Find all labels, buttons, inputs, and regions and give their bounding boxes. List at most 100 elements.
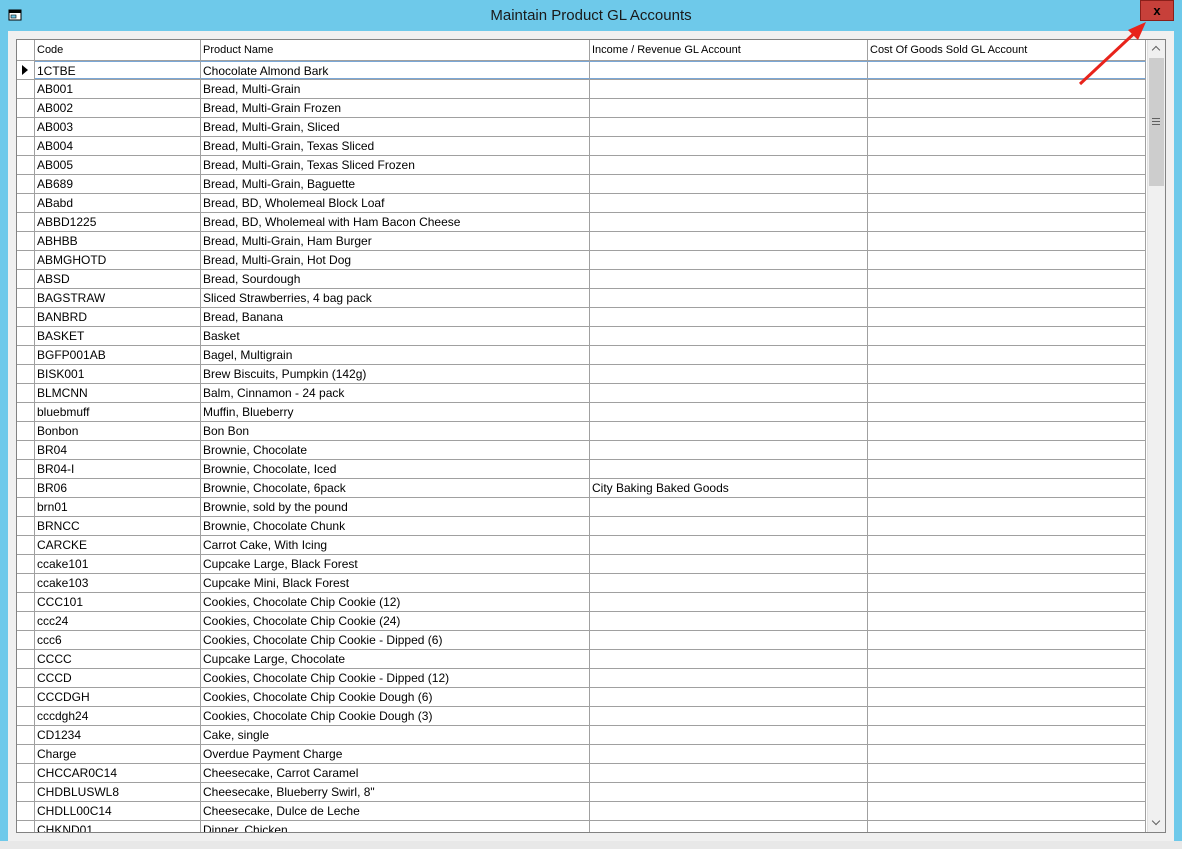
- cell-product-name[interactable]: Brownie, sold by the pound: [201, 498, 590, 516]
- cell-income-gl[interactable]: [590, 346, 868, 364]
- cell-product-name[interactable]: Bread, Banana: [201, 308, 590, 326]
- table-row[interactable]: ABHBB Bread, Multi-Grain, Ham Burger: [17, 232, 1146, 251]
- cell-income-gl[interactable]: [590, 498, 868, 516]
- cell-income-gl[interactable]: [590, 118, 868, 136]
- cell-product-name[interactable]: Bread, Multi-Grain, Sliced: [201, 118, 590, 136]
- table-row[interactable]: ccc24 Cookies, Chocolate Chip Cookie (24): [17, 612, 1146, 631]
- cell-cogs-gl[interactable]: [868, 384, 1146, 402]
- cell-product-name[interactable]: Cookies, Chocolate Chip Cookie (24): [201, 612, 590, 630]
- cell-cogs-gl[interactable]: [868, 422, 1146, 440]
- row-selector[interactable]: [17, 327, 35, 345]
- cell-cogs-gl[interactable]: [868, 707, 1146, 725]
- cell-income-gl[interactable]: [590, 61, 868, 79]
- cell-product-name[interactable]: Bon Bon: [201, 422, 590, 440]
- cell-code[interactable]: CHDBLUSWL8: [35, 783, 201, 801]
- cell-product-name[interactable]: Bread, Multi-Grain, Baguette: [201, 175, 590, 193]
- cell-income-gl[interactable]: [590, 517, 868, 535]
- row-selector[interactable]: [17, 593, 35, 611]
- cell-code[interactable]: ccc6: [35, 631, 201, 649]
- cell-product-name[interactable]: Brownie, Chocolate, 6pack: [201, 479, 590, 497]
- row-selector[interactable]: [17, 631, 35, 649]
- scroll-down-button[interactable]: [1148, 815, 1165, 832]
- cell-product-name[interactable]: Sliced Strawberries, 4 bag pack: [201, 289, 590, 307]
- cell-income-gl[interactable]: [590, 821, 868, 832]
- cell-cogs-gl[interactable]: [868, 403, 1146, 421]
- cell-income-gl[interactable]: [590, 460, 868, 478]
- cell-income-gl[interactable]: [590, 213, 868, 231]
- cell-cogs-gl[interactable]: [868, 821, 1146, 832]
- row-selector[interactable]: [17, 612, 35, 630]
- cell-code[interactable]: ABabd: [35, 194, 201, 212]
- table-row[interactable]: BR04 Brownie, Chocolate: [17, 441, 1146, 460]
- cell-cogs-gl[interactable]: [868, 308, 1146, 326]
- cell-product-name[interactable]: Bread, BD, Wholemeal Block Loaf: [201, 194, 590, 212]
- cell-code[interactable]: CHKND01: [35, 821, 201, 832]
- table-row[interactable]: CHDBLUSWL8 Cheesecake, Blueberry Swirl, 8…: [17, 783, 1146, 802]
- table-row[interactable]: AB004 Bread, Multi-Grain, Texas Sliced: [17, 137, 1146, 156]
- cell-product-name[interactable]: Cupcake Large, Chocolate: [201, 650, 590, 668]
- cell-code[interactable]: CD1234: [35, 726, 201, 744]
- cell-cogs-gl[interactable]: [868, 593, 1146, 611]
- cell-code[interactable]: Bonbon: [35, 422, 201, 440]
- close-button[interactable]: x: [1140, 0, 1174, 21]
- table-row[interactable]: CCCD Cookies, Chocolate Chip Cookie - Dip…: [17, 669, 1146, 688]
- cell-cogs-gl[interactable]: [868, 346, 1146, 364]
- cell-cogs-gl[interactable]: [868, 327, 1146, 345]
- cell-income-gl[interactable]: [590, 707, 868, 725]
- row-selector[interactable]: [17, 726, 35, 744]
- cell-cogs-gl[interactable]: [868, 669, 1146, 687]
- table-row[interactable]: BLMCNN Balm, Cinnamon - 24 pack: [17, 384, 1146, 403]
- cell-product-name[interactable]: Cupcake Mini, Black Forest: [201, 574, 590, 592]
- cell-code[interactable]: 1CTBE: [35, 61, 201, 79]
- table-row[interactable]: ABMGHOTD Bread, Multi-Grain, Hot Dog: [17, 251, 1146, 270]
- cell-product-name[interactable]: Bread, BD, Wholemeal with Ham Bacon Chee…: [201, 213, 590, 231]
- table-row[interactable]: bluebmuff Muffin, Blueberry: [17, 403, 1146, 422]
- cell-income-gl[interactable]: [590, 327, 868, 345]
- cell-cogs-gl[interactable]: [868, 764, 1146, 782]
- cell-code[interactable]: BR04: [35, 441, 201, 459]
- cell-income-gl[interactable]: [590, 175, 868, 193]
- cell-product-name[interactable]: Cheesecake, Blueberry Swirl, 8": [201, 783, 590, 801]
- cell-product-name[interactable]: Cookies, Chocolate Chip Cookie Dough (3): [201, 707, 590, 725]
- cell-income-gl[interactable]: [590, 783, 868, 801]
- row-selector[interactable]: [17, 232, 35, 250]
- table-row[interactable]: AB689 Bread, Multi-Grain, Baguette: [17, 175, 1146, 194]
- row-selector[interactable]: [17, 251, 35, 269]
- cell-cogs-gl[interactable]: [868, 536, 1146, 554]
- row-selector[interactable]: [17, 194, 35, 212]
- cell-cogs-gl[interactable]: [868, 631, 1146, 649]
- cell-code[interactable]: bluebmuff: [35, 403, 201, 421]
- cell-income-gl[interactable]: [590, 289, 868, 307]
- cell-cogs-gl[interactable]: [868, 156, 1146, 174]
- table-row[interactable]: ABabd Bread, BD, Wholemeal Block Loaf: [17, 194, 1146, 213]
- table-row[interactable]: BR04-I Brownie, Chocolate, Iced: [17, 460, 1146, 479]
- cell-product-name[interactable]: Cookies, Chocolate Chip Cookie - Dipped …: [201, 631, 590, 649]
- row-selector[interactable]: [17, 137, 35, 155]
- title-bar[interactable]: Maintain Product GL Accounts x: [0, 0, 1182, 31]
- cell-product-name[interactable]: Bread, Sourdough: [201, 270, 590, 288]
- table-row[interactable]: Bonbon Bon Bon: [17, 422, 1146, 441]
- cell-product-name[interactable]: Bread, Multi-Grain, Texas Sliced Frozen: [201, 156, 590, 174]
- cell-cogs-gl[interactable]: [868, 726, 1146, 744]
- table-row[interactable]: BANBRD Bread, Banana: [17, 308, 1146, 327]
- cell-code[interactable]: BISK001: [35, 365, 201, 383]
- cell-cogs-gl[interactable]: [868, 441, 1146, 459]
- cell-cogs-gl[interactable]: [868, 574, 1146, 592]
- cell-code[interactable]: CHCCAR0C14: [35, 764, 201, 782]
- cell-income-gl[interactable]: [590, 574, 868, 592]
- cell-cogs-gl[interactable]: [868, 365, 1146, 383]
- row-selector[interactable]: [17, 517, 35, 535]
- row-selector[interactable]: [17, 118, 35, 136]
- cell-code[interactable]: ABBD1225: [35, 213, 201, 231]
- scroll-up-button[interactable]: [1148, 40, 1165, 57]
- table-row[interactable]: Charge Overdue Payment Charge: [17, 745, 1146, 764]
- row-selector[interactable]: [17, 270, 35, 288]
- row-selector[interactable]: [17, 498, 35, 516]
- cell-cogs-gl[interactable]: [868, 479, 1146, 497]
- cell-cogs-gl[interactable]: [868, 460, 1146, 478]
- cell-income-gl[interactable]: City Baking Baked Goods: [590, 479, 868, 497]
- cell-code[interactable]: BASKET: [35, 327, 201, 345]
- cell-cogs-gl[interactable]: [868, 232, 1146, 250]
- table-row[interactable]: brn01 Brownie, sold by the pound: [17, 498, 1146, 517]
- cell-product-name[interactable]: Brownie, Chocolate Chunk: [201, 517, 590, 535]
